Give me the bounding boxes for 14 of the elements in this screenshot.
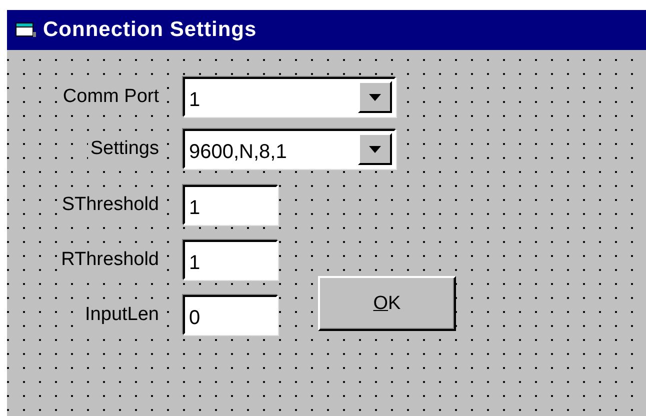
field-label: SThreshold xyxy=(60,193,161,217)
ok-button[interactable]: OK xyxy=(318,276,456,331)
form-icon xyxy=(15,21,37,39)
field-label: Settings xyxy=(88,137,161,161)
dropdown-button[interactable] xyxy=(358,133,392,165)
dropdown-button[interactable] xyxy=(358,81,392,113)
text-field[interactable]: 1 xyxy=(183,240,278,280)
window-title: Connection Settings xyxy=(43,18,257,42)
dropdown-field[interactable]: 1 xyxy=(183,77,396,117)
caret-icon xyxy=(369,94,381,100)
text-field[interactable]: 0 xyxy=(183,295,278,335)
caret-icon xyxy=(369,146,381,152)
dropdown-field[interactable]: 9600,N,8,1 xyxy=(183,129,396,169)
text-field[interactable]: 1 xyxy=(183,185,278,225)
